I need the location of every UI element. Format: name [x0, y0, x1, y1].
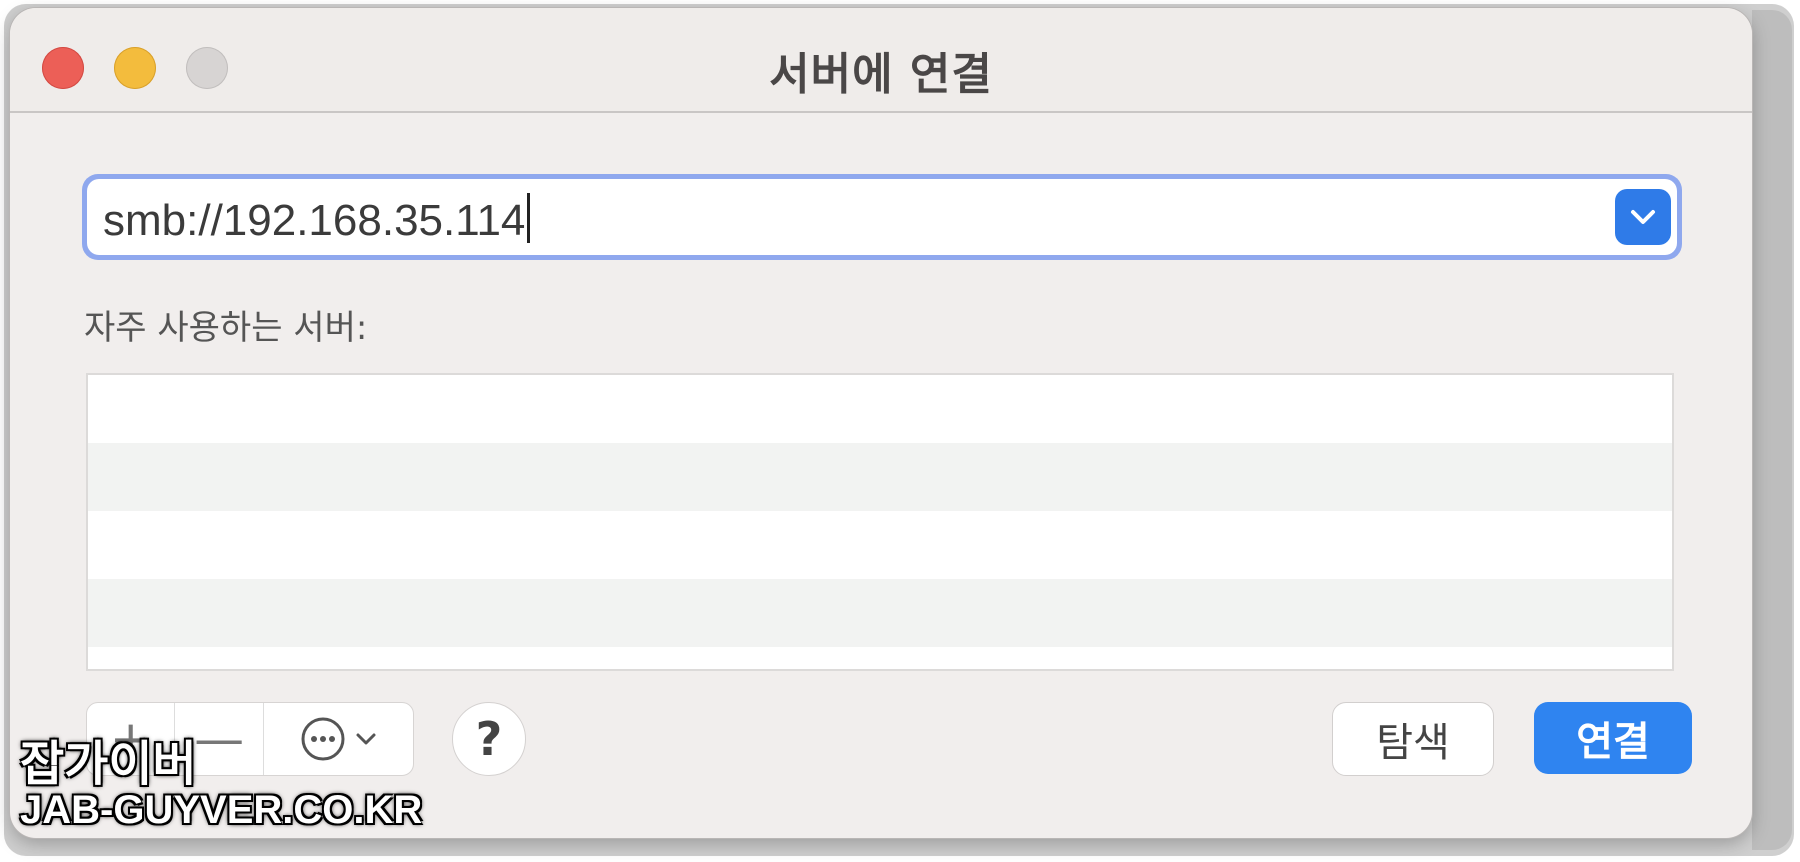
connect-to-server-window: 서버에 연결 smb://192.168.35.114 자주 사용하는 서버: … [10, 8, 1752, 838]
connect-button[interactable]: 연결 [1534, 702, 1692, 774]
list-row[interactable] [88, 375, 1672, 443]
server-address-input[interactable]: smb://192.168.35.114 [103, 193, 531, 246]
ellipsis-circle-icon [301, 717, 345, 761]
recent-servers-dropdown-button[interactable] [1615, 189, 1671, 245]
server-address-field[interactable]: smb://192.168.35.114 [82, 174, 1682, 260]
more-actions-button[interactable] [262, 703, 413, 775]
window-title: 서버에 연결 [769, 49, 993, 100]
favorite-servers-list[interactable] [86, 373, 1674, 671]
server-address-value: smb://192.168.35.114 [103, 196, 526, 245]
browse-button[interactable]: 탐색 [1332, 702, 1494, 776]
chevron-down-icon [1631, 210, 1655, 224]
list-row[interactable] [88, 579, 1672, 647]
help-button[interactable]: ? [452, 702, 526, 776]
background-window-edge [1752, 10, 1792, 850]
watermark-korean: 잡가이버 [20, 736, 197, 792]
server-address-box[interactable]: smb://192.168.35.114 [87, 179, 1677, 255]
favorite-servers-label: 자주 사용하는 서버: [84, 308, 368, 348]
watermark-url: JAB-GUYVER.CO.KR [20, 788, 423, 832]
list-row[interactable] [88, 443, 1672, 511]
chevron-down-icon [356, 733, 376, 745]
text-caret [527, 193, 531, 243]
list-row[interactable] [88, 511, 1672, 579]
title-bar: 서버에 연결 [10, 8, 1752, 113]
